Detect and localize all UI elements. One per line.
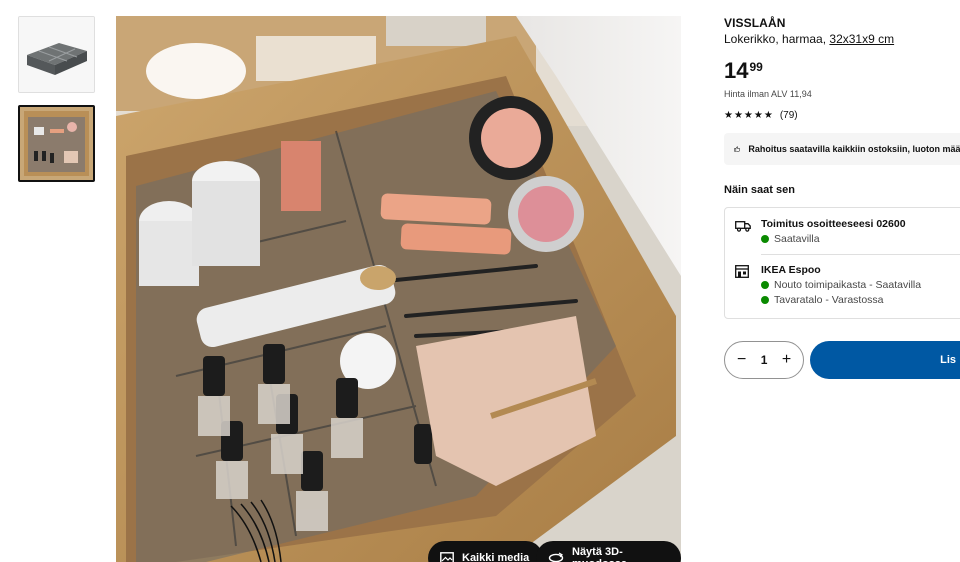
store-pickup-status: Nouto toimipaikasta - Saatavilla [761,279,921,291]
drawer-organizer-photo [116,16,681,562]
star-rating-icon: ★★★★★ [724,110,774,121]
shipping-option[interactable]: Toimitus osoitteeseesi 02600 Saatavilla [735,218,960,245]
store-option[interactable]: IKEA Espoo Nouto toimipaikasta - Saatavi… [735,264,960,306]
add-to-cart-label: Lis [940,354,956,366]
purchase-row: − 1 + Lis [724,341,960,379]
rating[interactable]: ★★★★★ (79) [724,110,960,121]
increase-quantity-button[interactable]: + [782,351,791,369]
financing-text: Rahoitus saatavilla kaikkiin ostoksiin, … [748,144,960,154]
truck-icon [735,221,751,232]
drawer-thumbnail-image [20,107,93,180]
decrease-quantity-button[interactable]: − [737,351,746,369]
delivery-section-title: Näin saat sen [724,184,795,196]
product-thumbnail-image [19,17,94,92]
price-without-vat: Hinta ilman ALV 11,94 [724,89,812,99]
thumbs-up-icon [734,146,741,152]
store-title: IKEA Espoo [761,264,821,276]
product-description: Lokerikko, harmaa, 32x31x9 cm [724,32,960,46]
shipping-status: Saatavilla [761,233,906,245]
product-price: 14 99 [724,60,960,82]
financing-banner[interactable]: Rahoitus saatavilla kaikkiin ostoksiin, … [724,133,960,165]
store-pickup-text: Nouto toimipaikasta - Saatavilla [774,279,922,291]
shipping-title: Toimitus osoitteeseesi 02600 [761,218,906,230]
view-3d-label: Näytä 3D-muodossa [572,546,627,562]
all-media-button[interactable]: Kaikki media [428,541,544,562]
rotate-3d-icon [548,552,564,562]
product-dimensions-link[interactable]: 32x31x9 cm [829,32,894,46]
quantity-stepper: − 1 + [724,341,805,379]
review-count: (79) [779,110,798,121]
store-icon [735,265,749,278]
thumbnail-1[interactable] [18,16,95,93]
price-decimals: 99 [749,60,763,74]
available-dot-icon [761,235,769,243]
store-stock-status: Tavaratalo - Varastossa [761,294,921,306]
divider [761,254,960,255]
store-stock-text: Tavaratalo - Varastossa [774,294,884,306]
available-dot-icon [761,281,769,289]
shipping-status-text: Saatavilla [774,233,820,245]
add-to-cart-button[interactable]: Lis [810,341,960,379]
view-3d-button[interactable]: Näytä 3D-muodossa [536,541,681,562]
main-product-image[interactable]: Kaikki media Näytä 3D-muodossa [116,16,681,562]
thumbnail-2[interactable] [18,105,95,182]
product-description-text: Lokerikko, harmaa, [724,32,830,46]
product-info-panel: VISSLAÅN Lokerikko, harmaa, 32x31x9 cm 1… [724,16,960,379]
image-gallery-icon [440,552,454,562]
in-stock-dot-icon [761,296,769,304]
product-name: VISSLAÅN [724,16,786,30]
quantity-value[interactable]: 1 [761,353,768,367]
price-integer: 14 [724,58,749,83]
delivery-options-box: Toimitus osoitteeseesi 02600 Saatavilla … [724,207,960,319]
all-media-label: Kaikki media [462,552,530,562]
